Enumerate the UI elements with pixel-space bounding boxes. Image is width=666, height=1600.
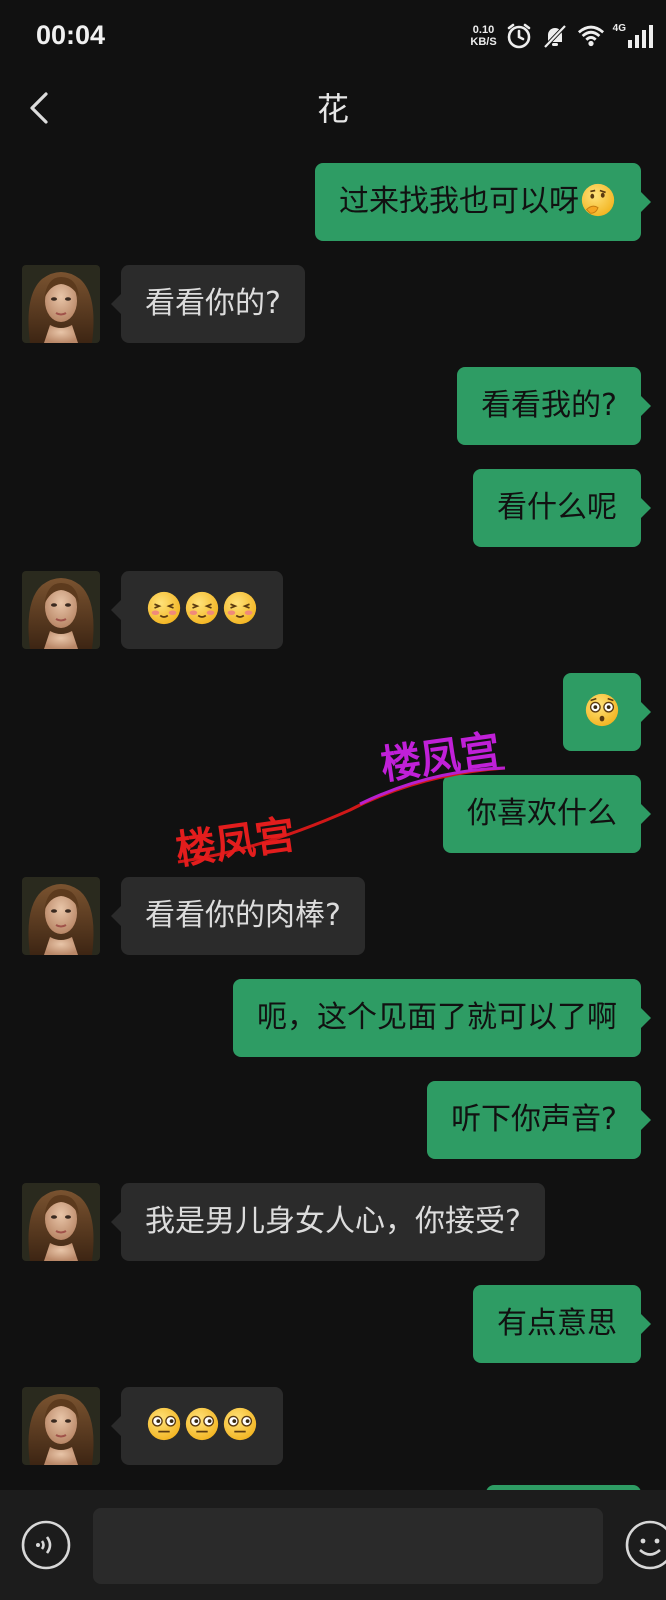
chat-header: 花 <box>0 78 666 140</box>
mute-bell-icon <box>541 22 569 50</box>
clock: 00:04 <box>36 20 106 50</box>
contact-avatar[interactable] <box>22 1387 100 1465</box>
net-speed-value: 0.10 <box>472 24 495 36</box>
wide-eyed-face-emoji <box>223 1407 257 1440</box>
composer-bar <box>0 1490 666 1600</box>
shy-face-emoji <box>185 591 219 624</box>
message-bubble-outgoing[interactable]: 听下你声音? <box>427 1081 651 1159</box>
message-text: 听下你声音? <box>451 1102 617 1137</box>
network-type: 4G <box>612 22 626 34</box>
shy-face-emoji <box>223 591 257 624</box>
message-text: 看看你的? <box>145 286 281 321</box>
status-bar: 00:04 0.10 KB/S 4G <box>0 0 666 78</box>
chat-title: 花 <box>316 90 349 128</box>
alarm-icon <box>505 22 533 50</box>
contact-avatar[interactable] <box>22 877 100 955</box>
message-input[interactable] <box>93 1508 603 1584</box>
message-bubble-outgoing[interactable] <box>563 673 651 751</box>
net-speed: 0.10 KB/S <box>470 24 496 48</box>
contact-avatar[interactable] <box>22 571 100 649</box>
net-speed-unit: KB/S <box>470 36 497 48</box>
message-bubble-outgoing[interactable]: 看什么呢 <box>473 469 651 547</box>
emoji-icon[interactable] <box>624 1519 666 1571</box>
message-text: 我是男儿身女人心，你接受? <box>145 1204 521 1239</box>
message-bubble-incoming[interactable] <box>111 571 283 649</box>
wide-eyed-face-emoji <box>147 1407 181 1440</box>
surprised-face-emoji <box>585 693 619 726</box>
message-bubble-incoming[interactable]: 看看你的? <box>111 265 305 343</box>
message-text: 看看你的肉棒? <box>145 898 341 933</box>
message-bubble-outgoing[interactable]: 有点意思 <box>473 1285 651 1363</box>
message-bubble-outgoing[interactable]: 看看我的? <box>457 367 651 445</box>
shy-face-emoji <box>147 591 181 624</box>
wide-eyed-face-emoji <box>185 1407 219 1440</box>
message-bubble-incoming[interactable]: 我是男儿身女人心，你接受? <box>111 1183 545 1261</box>
message-bubble-outgoing[interactable]: 呃，这个见面了就可以了啊 <box>233 979 651 1057</box>
thinking-face-emoji <box>581 183 615 216</box>
message-bubble-incoming[interactable] <box>111 1387 283 1465</box>
voice-icon[interactable] <box>20 1519 72 1571</box>
wifi-icon <box>577 22 605 50</box>
message-text: 有点意思 <box>497 1306 617 1341</box>
message-text: 看看我的? <box>481 388 617 423</box>
status-icons: 0.10 KB/S 4G <box>470 22 654 50</box>
signal-icon <box>626 22 654 50</box>
message-text: 看什么呢 <box>497 490 617 525</box>
message-bubble-incoming[interactable]: 看看你的肉棒? <box>111 877 365 955</box>
message-bubble-outgoing[interactable]: 过来找我也可以呀 <box>315 163 651 241</box>
contact-avatar[interactable] <box>22 265 100 343</box>
contact-avatar[interactable] <box>22 1183 100 1261</box>
message-text: 过来找我也可以呀 <box>339 184 579 219</box>
message-text: 呃，这个见面了就可以了啊 <box>257 1000 617 1035</box>
